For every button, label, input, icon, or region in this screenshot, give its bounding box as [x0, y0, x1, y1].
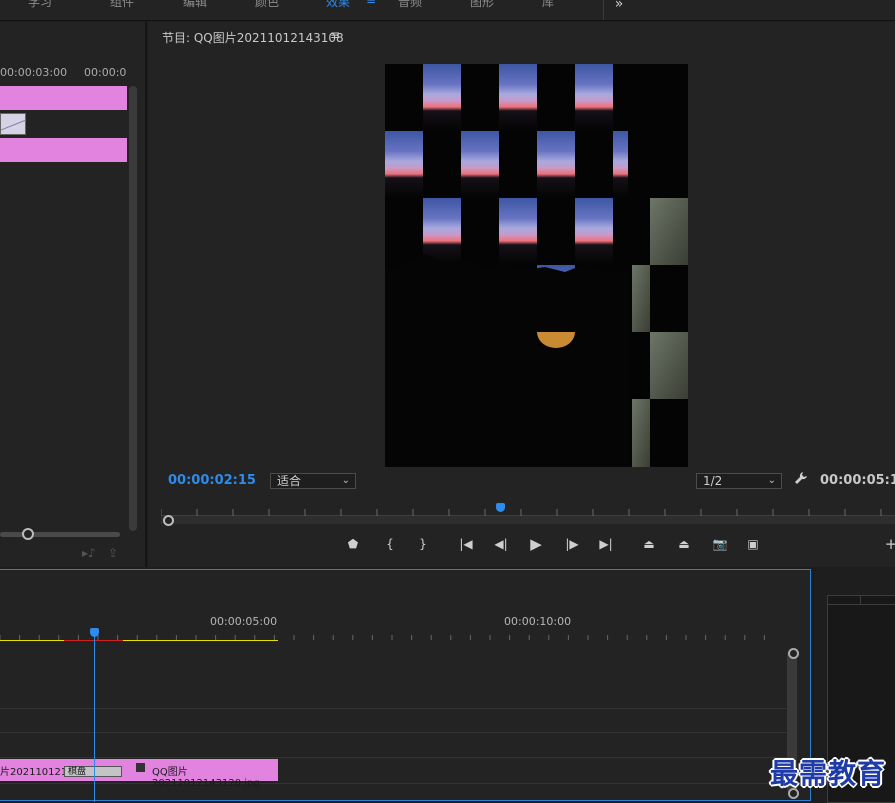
tab-effects[interactable]: 效果 — [326, 0, 350, 10]
export-frame-button[interactable]: 📷 — [712, 536, 728, 552]
timeline-playhead[interactable] — [90, 628, 99, 637]
go-to-in-button[interactable]: |◀ — [458, 536, 474, 552]
track-divider — [0, 783, 788, 784]
compare-view-button[interactable]: ▣ — [745, 536, 761, 552]
step-back-button[interactable]: ◀| — [493, 536, 509, 552]
step-forward-button[interactable]: |▶ — [564, 536, 580, 552]
effect-controls-panel: 00:00:03:00 00:00:0 ▸♪ ⇪ — [0, 22, 147, 567]
add-marker-button[interactable]: ⬟ — [345, 536, 361, 552]
clip-label: QQ图片20211012143120.jpg — [152, 767, 260, 789]
video-clip-row[interactable]: 片2021101214 QQ图片20211012143120.jpg — [0, 759, 278, 789]
resolution-select-value: 1/2 — [703, 474, 723, 488]
tab-audio[interactable]: 音频 — [398, 0, 422, 10]
resolution-select[interactable]: 1/2 ⌄ — [696, 473, 782, 489]
workspace-overflow-button[interactable]: » — [603, 0, 634, 20]
ruler-timecode: 00:00:03:00 — [0, 66, 68, 79]
tab-color[interactable]: 颜色 — [255, 0, 279, 10]
workspace-bar: 学习 组件 编辑 颜色 效果 ≡ 音频 图形 库 » — [0, 0, 895, 21]
meter-divider — [860, 596, 861, 604]
transition-label: 棋盘 — [68, 767, 87, 777]
play-button[interactable]: ▶ — [528, 536, 544, 552]
tab-graphics[interactable]: 图形 — [470, 0, 494, 10]
wrench-icon[interactable] — [794, 471, 808, 485]
workspace-menu-icon[interactable]: ≡ — [366, 0, 376, 7]
ruler-timecode: 00:00:05:00 — [210, 615, 278, 628]
ruler-timecode: 00:00:10:00 — [504, 615, 572, 628]
scroll-handle-top[interactable] — [788, 648, 799, 659]
mark-out-button[interactable]: } — [415, 536, 431, 552]
zoom-handle[interactable] — [22, 528, 34, 540]
fx-badge-icon — [136, 763, 145, 772]
panel-menu-icon[interactable]: ≡ — [330, 28, 340, 42]
zoom-select[interactable]: 适合 ⌄ — [270, 473, 356, 489]
watermark-logo: 最需教育 — [770, 757, 887, 790]
go-to-out-button[interactable]: ▶| — [598, 536, 614, 552]
playhead-timecode[interactable]: 00:00:02:15 — [168, 473, 256, 488]
extract-button[interactable]: ⏏ — [676, 536, 692, 552]
clip-bar[interactable] — [0, 86, 127, 110]
scrub-zoom-handle[interactable] — [163, 515, 174, 526]
tab-assembly[interactable]: 组件 — [110, 0, 134, 10]
scrub-bar[interactable] — [161, 516, 895, 524]
clip-label: 片2021101214 — [0, 767, 74, 778]
export-icon[interactable]: ⇪ — [108, 546, 118, 560]
program-monitor: 节目: QQ图片20211012143108 ≡ 00:00:02:15 适合 … — [148, 22, 895, 567]
tab-libraries[interactable]: 库 — [542, 0, 554, 10]
timeline-playhead-line — [94, 630, 95, 802]
timeline-panel: 00:00:05:00 00:00:10:00 片2021101214 QQ图片… — [0, 569, 811, 802]
track-divider — [0, 732, 788, 733]
checkerboard-transition[interactable]: 棋盘 — [64, 766, 122, 777]
ruler-timecode: 00:00:0 — [84, 66, 127, 79]
zoom-select-value: 适合 — [277, 474, 302, 488]
checkerboard-transition-frame — [385, 64, 688, 467]
panel-title[interactable]: 节目: QQ图片20211012143108 — [162, 29, 344, 46]
track-divider — [0, 757, 788, 758]
playhead-marker[interactable] — [496, 503, 505, 512]
track-divider — [0, 708, 788, 709]
transition-thumb[interactable] — [0, 113, 27, 135]
tab-learn[interactable]: 学习 — [28, 0, 52, 10]
timeline-ruler[interactable] — [0, 631, 780, 641]
duration-timecode: 00:00:05:18 — [820, 473, 895, 488]
chevron-down-icon: ⌄ — [341, 475, 350, 486]
mark-in-button[interactable]: { — [382, 536, 398, 552]
audio-only-icon[interactable]: ▸♪ — [82, 546, 96, 560]
chevron-down-icon: ⌄ — [767, 475, 776, 486]
video-preview — [385, 64, 688, 467]
add-button[interactable]: + — [883, 536, 895, 552]
lift-button[interactable]: ⏏ — [641, 536, 657, 552]
zoom-bar[interactable] — [0, 532, 120, 537]
tab-editing[interactable]: 编辑 — [183, 0, 207, 10]
clip-bar[interactable] — [0, 138, 127, 162]
vertical-scrollbar[interactable] — [129, 86, 137, 531]
meter-header — [828, 596, 895, 605]
